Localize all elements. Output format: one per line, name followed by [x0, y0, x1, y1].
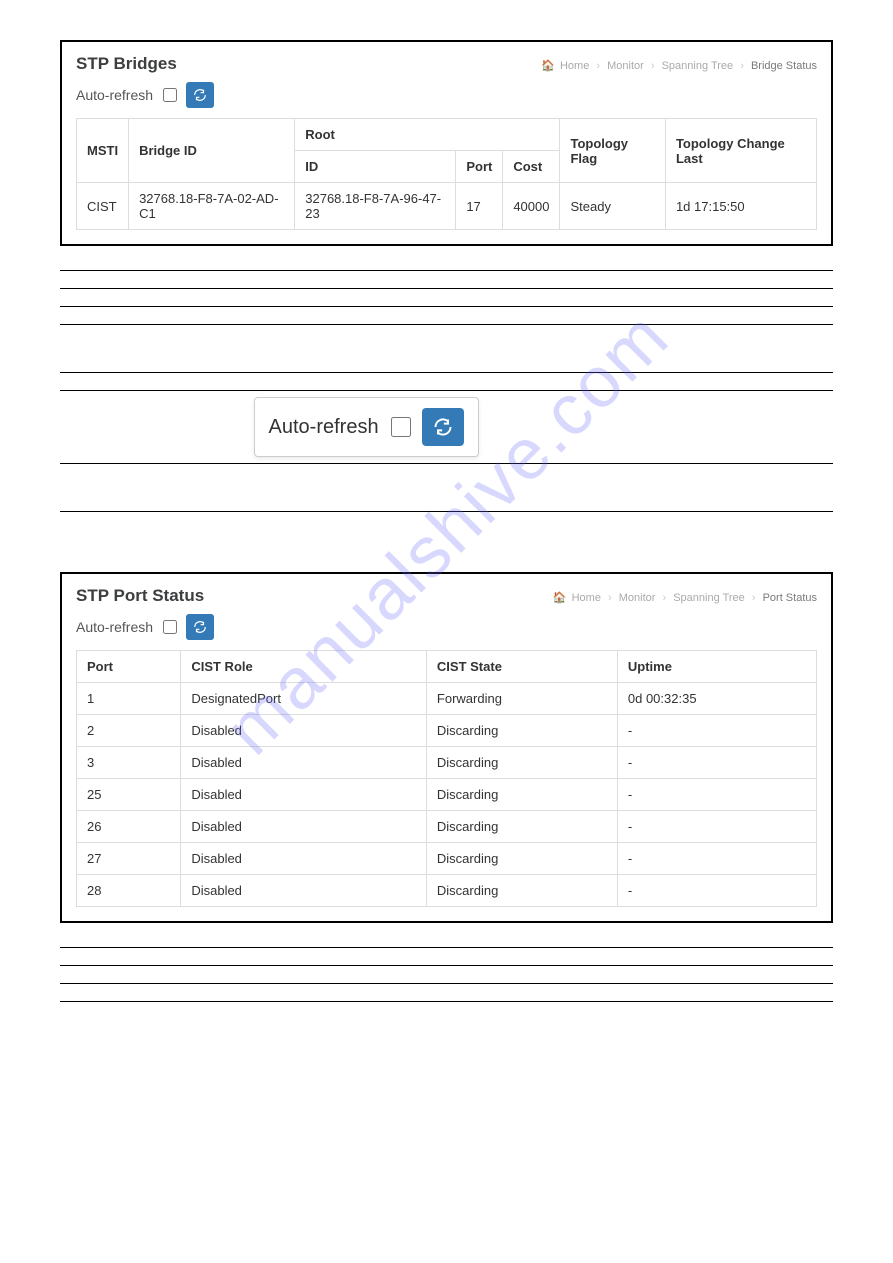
cell-port: 27 — [77, 843, 181, 875]
page-title: STP Bridges — [76, 54, 541, 74]
refresh-icon — [193, 88, 207, 102]
stp-bridges-table: MSTI Bridge ID Root Topology Flag Topolo… — [76, 118, 817, 230]
cell-last: 1d 17:15:50 — [665, 183, 816, 230]
auto-refresh-label: Auto-refresh — [76, 87, 153, 103]
cell-root-id: 32768.18-F8-7A-96-47-23 — [295, 183, 456, 230]
refresh-button[interactable] — [186, 82, 214, 108]
col-root-id: ID — [295, 151, 456, 183]
cell-port: 28 — [77, 875, 181, 907]
cell-role: Disabled — [181, 715, 427, 747]
breadcrumb-spanning[interactable]: Spanning Tree — [673, 592, 745, 604]
cell-role: DesignatedPort — [181, 683, 427, 715]
cell-role: Disabled — [181, 811, 427, 843]
breadcrumb-sep-icon: › — [596, 60, 600, 72]
definition-table — [60, 947, 833, 1002]
auto-refresh-checkbox[interactable] — [163, 620, 177, 634]
col-root-group: Root — [295, 119, 560, 151]
breadcrumb-sep-icon: › — [662, 592, 666, 604]
cell-role: Disabled — [181, 843, 427, 875]
definition-table: Auto-refresh — [60, 270, 833, 512]
cell-state: Discarding — [426, 715, 617, 747]
col-topology-flag: Topology Flag — [560, 119, 665, 183]
breadcrumb-current: Bridge Status — [751, 60, 817, 72]
col-port: Port — [77, 651, 181, 683]
col-cost: Cost — [503, 151, 560, 183]
cell-bridge-id: 32768.18-F8-7A-02-AD-C1 — [129, 183, 295, 230]
col-uptime: Uptime — [617, 651, 816, 683]
cell-port: 3 — [77, 747, 181, 779]
breadcrumb-sep-icon: › — [740, 60, 744, 72]
msti-link[interactable]: CIST — [77, 183, 129, 230]
breadcrumb: 🏠 Home › Monitor › Spanning Tree › Bridg… — [541, 59, 817, 72]
cell-uptime: - — [617, 875, 816, 907]
breadcrumb-monitor[interactable]: Monitor — [619, 592, 656, 604]
auto-refresh-checkbox[interactable] — [391, 417, 411, 437]
table-row: 26DisabledDiscarding- — [77, 811, 817, 843]
refresh-icon — [433, 417, 453, 437]
breadcrumb: 🏠 Home › Monitor › Spanning Tree › Port … — [553, 591, 817, 604]
cell-port: 2 — [77, 715, 181, 747]
cell-uptime: - — [617, 843, 816, 875]
cell-role: Disabled — [181, 747, 427, 779]
cell-port: 25 — [77, 779, 181, 811]
breadcrumb-home[interactable]: Home — [572, 592, 601, 604]
cell-state: Discarding — [426, 811, 617, 843]
table-row: 25DisabledDiscarding- — [77, 779, 817, 811]
refresh-button[interactable] — [422, 408, 464, 446]
table-row: 3DisabledDiscarding- — [77, 747, 817, 779]
auto-refresh-row: Auto-refresh — [76, 614, 817, 640]
auto-refresh-row: Auto-refresh — [76, 82, 817, 108]
refresh-icon — [193, 620, 207, 634]
cell-state: Forwarding — [426, 683, 617, 715]
cell-cost: 40000 — [503, 183, 560, 230]
home-icon: 🏠 — [553, 592, 567, 604]
table-row: CIST 32768.18-F8-7A-02-AD-C1 32768.18-F8… — [77, 183, 817, 230]
col-port: Port — [456, 151, 503, 183]
table-row: 1DesignatedPortForwarding0d 00:32:35 — [77, 683, 817, 715]
cell-port: 17 — [456, 183, 503, 230]
cell-uptime: 0d 00:32:35 — [617, 683, 816, 715]
breadcrumb-sep-icon: › — [752, 592, 756, 604]
cell-port: 1 — [77, 683, 181, 715]
auto-refresh-checkbox[interactable] — [163, 88, 177, 102]
table-row: 28DisabledDiscarding- — [77, 875, 817, 907]
page-title: STP Port Status — [76, 586, 553, 606]
refresh-button[interactable] — [186, 614, 214, 640]
cell-uptime: - — [617, 811, 816, 843]
table-row: 2DisabledDiscarding- — [77, 715, 817, 747]
breadcrumb-spanning[interactable]: Spanning Tree — [662, 60, 734, 72]
breadcrumb-home[interactable]: Home — [560, 60, 589, 72]
cell-state: Discarding — [426, 779, 617, 811]
cell-uptime: - — [617, 715, 816, 747]
cell-uptime: - — [617, 747, 816, 779]
home-icon: 🏠 — [541, 60, 555, 72]
breadcrumb-sep-icon: › — [651, 60, 655, 72]
col-bridge-id: Bridge ID — [129, 119, 295, 183]
auto-refresh-pill: Auto-refresh — [254, 397, 479, 457]
stp-port-status-card: STP Port Status 🏠 Home › Monitor › Spann… — [60, 572, 833, 923]
cell-port: 26 — [77, 811, 181, 843]
cell-flag: Steady — [560, 183, 665, 230]
cell-state: Discarding — [426, 843, 617, 875]
stp-bridges-card: STP Bridges 🏠 Home › Monitor › Spanning … — [60, 40, 833, 246]
auto-refresh-label: Auto-refresh — [269, 416, 379, 439]
cell-state: Discarding — [426, 875, 617, 907]
cell-role: Disabled — [181, 875, 427, 907]
col-role: CIST Role — [181, 651, 427, 683]
table-row: 27DisabledDiscarding- — [77, 843, 817, 875]
stp-port-status-table: Port CIST Role CIST State Uptime 1Design… — [76, 650, 817, 907]
breadcrumb-current: Port Status — [763, 592, 817, 604]
col-topology-last: Topology Change Last — [665, 119, 816, 183]
col-state: CIST State — [426, 651, 617, 683]
auto-refresh-label: Auto-refresh — [76, 619, 153, 635]
breadcrumb-sep-icon: › — [608, 592, 612, 604]
breadcrumb-monitor[interactable]: Monitor — [607, 60, 644, 72]
cell-role: Disabled — [181, 779, 427, 811]
col-msti: MSTI — [77, 119, 129, 183]
cell-state: Discarding — [426, 747, 617, 779]
cell-uptime: - — [617, 779, 816, 811]
